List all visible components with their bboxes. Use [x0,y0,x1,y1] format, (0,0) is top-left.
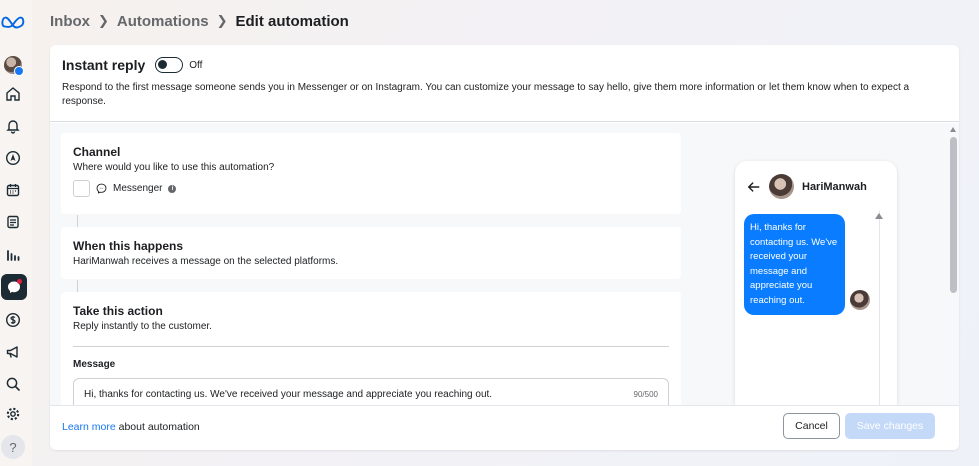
learn-more-text: Learn more about automation [62,421,200,433]
character-count: 90/500 [633,389,658,399]
messenger-preview: HariManwah Hi, thanks for contacting us.… [735,161,897,421]
action-subtitle: Reply instantly to the customer. [73,321,212,332]
preview-name: HariManwah [802,180,867,193]
instant-reply-description: Respond to the first message someone sen… [62,82,910,107]
preview-scrollbar[interactable] [879,211,880,421]
flow-connector [77,280,78,292]
arrow-left-icon [747,181,760,192]
panel-footer: Learn more about automation Cancel Save … [50,405,959,450]
notification-dot [17,279,22,284]
edit-automation-panel: Instant reply Off Respond to the first m… [50,45,959,450]
preview-header: HariManwah [735,161,897,199]
save-changes-button[interactable]: Save changes [845,413,935,439]
posts-icon[interactable] [0,209,26,235]
megaphone-icon[interactable] [0,339,26,365]
instant-reply-title: Instant reply [62,57,146,73]
scroll-up-arrow-icon[interactable] [875,213,883,219]
trigger-card: When this happens HariManwah receives a … [61,227,681,279]
message-label: Message [73,359,116,370]
trigger-subtitle: HariManwah receives a message on the sel… [73,256,339,267]
left-nav-rail: ? [0,0,32,466]
chevron-right-icon: ❯ [98,13,109,28]
action-title: Take this action [73,304,163,318]
divider [73,346,669,347]
flow-connector [77,215,78,227]
action-card: Take this action Reply instantly to the … [61,292,681,422]
body-scrollbar[interactable] [949,123,958,405]
breadcrumb-inbox[interactable]: Inbox [50,13,90,30]
instant-reply-toggle[interactable] [155,57,184,73]
channel-subtitle: Where would you like to use this automat… [73,162,275,173]
insights-icon[interactable] [0,242,26,268]
trigger-title: When this happens [73,239,184,253]
messenger-option[interactable]: Messenger i [73,180,669,197]
automation-body: Channel Where would you like to use this… [50,123,959,422]
instant-reply-header: Instant reply Off Respond to the first m… [50,45,959,122]
breadcrumb: Inbox ❯ Automations ❯ Edit automation [50,11,349,31]
message-text: Hi, thanks for contacting us. We've rece… [84,388,493,400]
learn-more-link[interactable]: Learn more [62,421,116,433]
bell-icon[interactable] [0,113,26,139]
help-button[interactable]: ? [0,434,26,460]
gear-icon[interactable] [0,401,26,427]
info-icon[interactable]: i [168,184,177,193]
scrollbar-thumb[interactable] [950,137,957,293]
messenger-icon [96,183,107,194]
preview-avatar [769,174,794,199]
about-automation-text: about automation [115,421,200,433]
channel-title: Channel [73,145,121,159]
channel-card: Channel Where would you like to use this… [61,133,681,214]
calendar-icon[interactable] [0,177,26,203]
meta-logo-icon[interactable] [0,9,26,35]
search-icon[interactable] [0,371,26,397]
breadcrumb-automations[interactable]: Automations [117,13,209,30]
help-icon: ? [1,435,25,459]
inbox-icon[interactable] [1,274,27,300]
cancel-button[interactable]: Cancel [783,413,840,439]
dollar-icon[interactable] [0,307,26,333]
chevron-right-icon: ❯ [216,13,228,28]
compass-icon[interactable] [0,145,26,171]
preview-sender-avatar [850,290,870,310]
messenger-label: Messenger [113,183,163,194]
toggle-state-label: Off [189,59,203,71]
home-icon[interactable] [0,81,26,107]
profile-avatar[interactable] [0,52,26,78]
messenger-checkbox[interactable] [73,180,90,197]
preview-message-bubble: Hi, thanks for contacting us. We've rece… [744,214,845,315]
scroll-up-arrow-icon[interactable] [950,127,956,132]
page-title: Edit automation [235,12,349,30]
